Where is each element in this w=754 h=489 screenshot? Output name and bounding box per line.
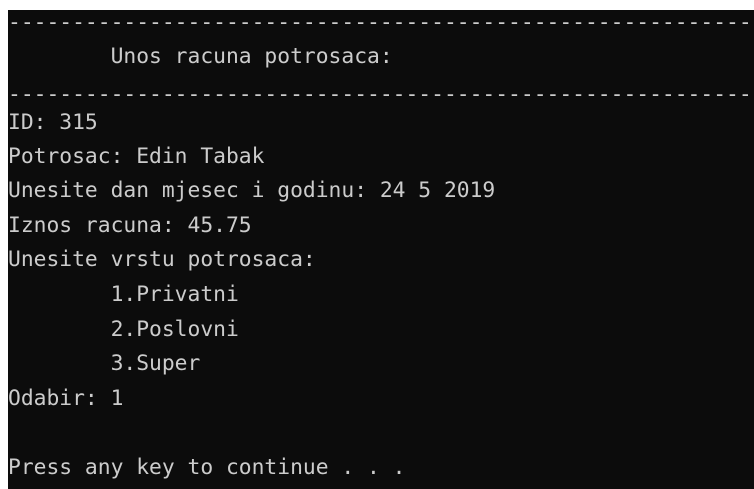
- consumer-type-prompt-line: Unesite vrstu potrosaca:: [8, 247, 316, 272]
- console-output[interactable]: ----------------------------------------…: [8, 10, 754, 489]
- window-frame-top: [0, 0, 754, 10]
- separator-line-bottom: ----------------------------------------…: [8, 82, 754, 107]
- option-line-2: 2.Poslovni: [8, 317, 239, 342]
- option-line-3: 3.Super: [8, 351, 201, 376]
- heading-line: Unos racuna potrosaca:: [8, 44, 393, 69]
- continue-prompt-line: Press any key to continue . . .: [8, 455, 406, 480]
- separator-line-top: ----------------------------------------…: [8, 10, 754, 35]
- console-window: ----------------------------------------…: [0, 0, 754, 489]
- date-input-line: Unesite dan mjesec i godinu: 24 5 2019: [8, 178, 496, 203]
- option-line-1: 1.Privatni: [8, 282, 239, 307]
- window-frame-left: [0, 0, 8, 489]
- consumer-line: Potrosac: Edin Tabak: [8, 144, 265, 169]
- choice-line: Odabir: 1: [8, 386, 124, 411]
- id-line: ID: 315: [8, 110, 98, 135]
- amount-line: Iznos racuna: 45.75: [8, 213, 252, 238]
